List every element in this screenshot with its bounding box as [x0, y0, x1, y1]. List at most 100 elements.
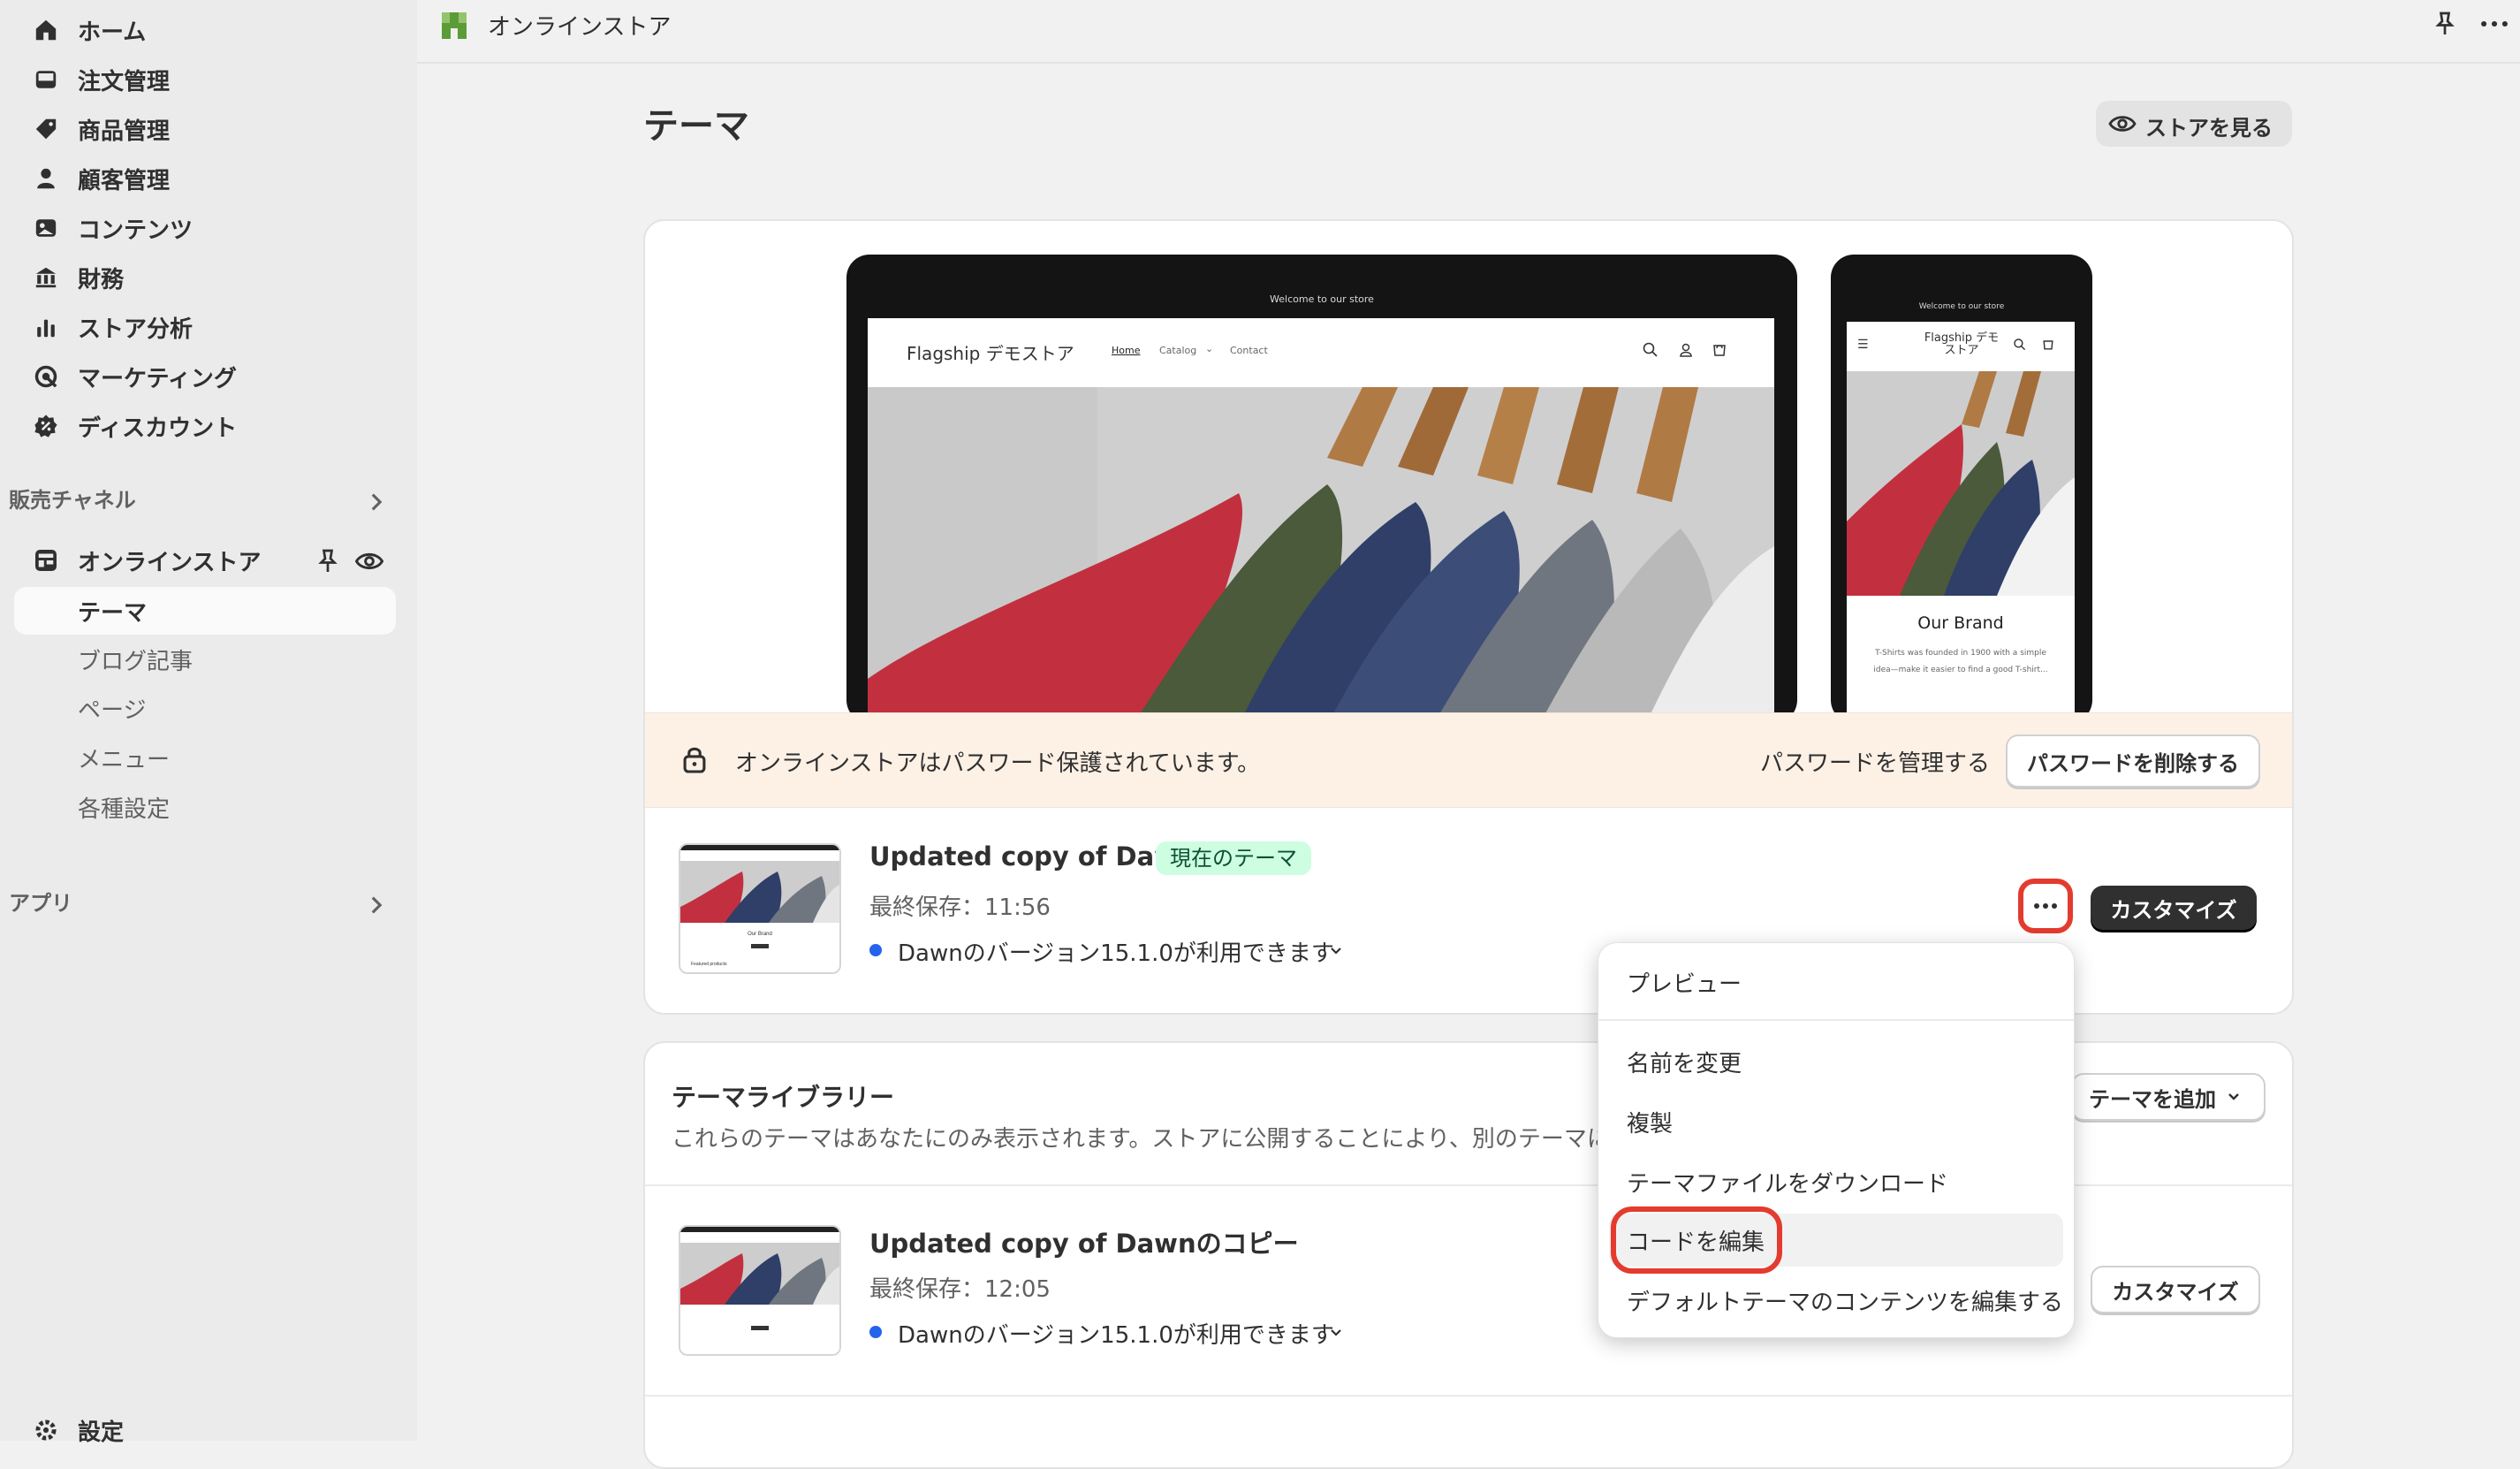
image-icon	[32, 214, 60, 242]
current-theme-update[interactable]: Dawnのバージョン15.1.0が利用できます	[898, 935, 1334, 968]
hero-image	[868, 387, 1774, 725]
more-options-icon	[2034, 903, 2057, 909]
view-store-label: ストアを見る	[2145, 116, 2273, 141]
chevron-down-icon: ⌄	[1205, 343, 1214, 354]
chevron-right-icon[interactable]	[364, 490, 389, 514]
pin-icon[interactable]	[2432, 11, 2458, 37]
eye-icon[interactable]	[355, 548, 383, 575]
nav-catalog: Catalog	[1159, 345, 1197, 356]
top-bar-title: オンラインストア	[488, 14, 672, 41]
sidebar-subitem-label: メニュー	[78, 746, 171, 773]
sidebar-item-analytics[interactable]: ストア分析	[0, 302, 417, 352]
menu-item-rename[interactable]: 名前を変更	[1609, 1035, 2063, 1088]
bar-chart-icon	[32, 313, 60, 341]
manage-password-link[interactable]: パスワードを管理する	[1760, 745, 1990, 778]
sidebar-item-discounts[interactable]: ディスカウント	[0, 401, 417, 451]
library-theme-update[interactable]: Dawnのバージョン15.1.0が利用できます	[898, 1317, 1334, 1350]
add-theme-label: テーマを追加	[2089, 1086, 2216, 1112]
nav-contact: Contact	[1230, 345, 1268, 356]
sidebar-item-settings[interactable]: 設定	[0, 1405, 417, 1455]
sidebar-item-products[interactable]: 商品管理	[0, 104, 417, 154]
chevron-down-icon[interactable]	[1327, 942, 1345, 960]
password-banner: オンラインストアはパスワード保護されています。 パスワードを管理する パスワード…	[645, 712, 2292, 808]
top-bar: オンラインストア	[417, 0, 2520, 64]
sidebar-item-marketing[interactable]: マーケティング	[0, 352, 417, 401]
customize-button[interactable]: カスタマイズ	[2091, 886, 2257, 930]
person-icon	[32, 164, 60, 193]
page-title: テーマ	[643, 106, 749, 147]
sidebar-subitem-label: ページ	[78, 696, 147, 724]
menu-item-label: テーマファイルをダウンロード	[1627, 1170, 1949, 1198]
sidebar-item-label: コンテンツ	[78, 217, 194, 244]
search-icon	[2014, 339, 2026, 351]
pin-icon[interactable]	[315, 548, 341, 575]
sidebar-item-label: 財務	[78, 266, 125, 293]
menu-item-duplicate[interactable]: 複製	[1609, 1095, 2063, 1148]
sidebar-subitem-preferences[interactable]: 各種設定	[14, 783, 396, 831]
inbox-icon	[32, 65, 60, 94]
sidebar-item-label: ストア分析	[78, 316, 194, 343]
sidebar-subitem-pages[interactable]: ページ	[14, 684, 396, 732]
sidebar-item-home[interactable]: ホーム	[0, 5, 417, 55]
sidebar-subitem-menus[interactable]: メニュー	[14, 734, 396, 781]
gear-icon	[32, 1416, 60, 1444]
sidebar-item-label: ホーム	[78, 19, 147, 46]
mobile-text: T-Shirts was founded in 1900 with a simp…	[1873, 649, 2048, 674]
desktop-preview-screen: Flagship デモストア Home Catalog ⌄ Contact	[868, 318, 1774, 725]
theme-preview[interactable]: Welcome to our store Flagship デモストア Home…	[645, 221, 2292, 725]
sidebar-subitem-label: ブログ記事	[78, 648, 194, 675]
menu-item-download-theme-file[interactable]: テーマファイルをダウンロード	[1609, 1155, 2063, 1208]
sidebar-subitem-label: テーマ	[78, 599, 148, 627]
menu-item-preview[interactable]: プレビュー	[1609, 955, 2063, 1009]
sidebar-item-customers[interactable]: 顧客管理	[0, 154, 417, 203]
hamburger-menu-icon: ☰	[1857, 338, 1869, 352]
current-theme-name: Updated copy of Dawn	[869, 841, 1196, 872]
chevron-down-icon[interactable]	[1327, 1324, 1345, 1342]
menu-item-edit-default-theme-content[interactable]: デフォルトテーマのコンテンツを編集する	[1609, 1274, 2063, 1327]
current-theme-card: Welcome to our store Flagship デモストア Home…	[643, 219, 2294, 1015]
sidebar-item-label: 商品管理	[78, 118, 171, 145]
sidebar-item-content[interactable]: コンテンツ	[0, 203, 417, 253]
thumb-text: Featured products	[691, 962, 727, 967]
store-name: Flagship デモストア	[907, 343, 1074, 364]
sidebar-item-label: 注文管理	[78, 68, 171, 95]
highlight-outline	[1611, 1206, 1782, 1274]
thumb-heading: Our Brand	[748, 932, 772, 937]
mobile-preview-screen: ☰ Flagship デモ ストア Our Brand T-Shirts was…	[1847, 322, 2075, 723]
cart-icon	[2043, 340, 2053, 350]
store-icon	[32, 546, 60, 575]
tag-icon	[32, 115, 60, 143]
add-theme-button[interactable]: テーマを追加	[2071, 1073, 2266, 1121]
lock-icon	[683, 747, 706, 773]
library-theme-name: Updated copy of Dawnのコピー	[869, 1229, 1299, 1259]
apps-heading: アプリ	[9, 891, 72, 916]
bank-icon	[32, 263, 60, 292]
sidebar-item-finance[interactable]: 財務	[0, 253, 417, 302]
chevron-right-icon[interactable]	[364, 893, 389, 917]
sidebar-item-label: ディスカウント	[78, 415, 238, 442]
discount-icon	[32, 412, 60, 440]
update-dot-icon	[869, 944, 882, 956]
eye-icon	[2108, 116, 2137, 132]
current-theme-thumbnail: Our Brand Featured products	[679, 843, 841, 974]
mobile-store-name: Flagship デモ ストア	[1924, 331, 2000, 357]
nav-home: Home	[1112, 345, 1141, 356]
customize-button[interactable]: カスタマイズ	[2091, 1266, 2260, 1313]
more-actions-button[interactable]	[2025, 886, 2066, 926]
mobile-heading: Our Brand	[1917, 613, 2004, 633]
sidebar-subitem-themes[interactable]: テーマ	[14, 587, 396, 635]
more-options-icon[interactable]	[2479, 12, 2509, 35]
search-icon	[1643, 342, 1658, 357]
sidebar-item-orders[interactable]: 注文管理	[0, 55, 417, 104]
mobile-hero-image	[1847, 371, 2075, 596]
sidebar-item-label: 顧客管理	[78, 167, 171, 194]
menu-item-label: 複製	[1627, 1110, 1674, 1138]
library-theme-saved: 最終保存：12:05	[869, 1276, 1051, 1303]
sidebar-subitem-blog[interactable]: ブログ記事	[14, 636, 396, 683]
chevron-down-icon	[2228, 1093, 2239, 1100]
target-icon	[32, 362, 60, 391]
online-store-logo-icon	[442, 12, 467, 39]
remove-password-button[interactable]: パスワードを削除する	[2006, 734, 2260, 788]
status-badge: 現在のテーマ	[1156, 841, 1311, 875]
view-store-button[interactable]: ストアを見る	[2096, 101, 2292, 147]
